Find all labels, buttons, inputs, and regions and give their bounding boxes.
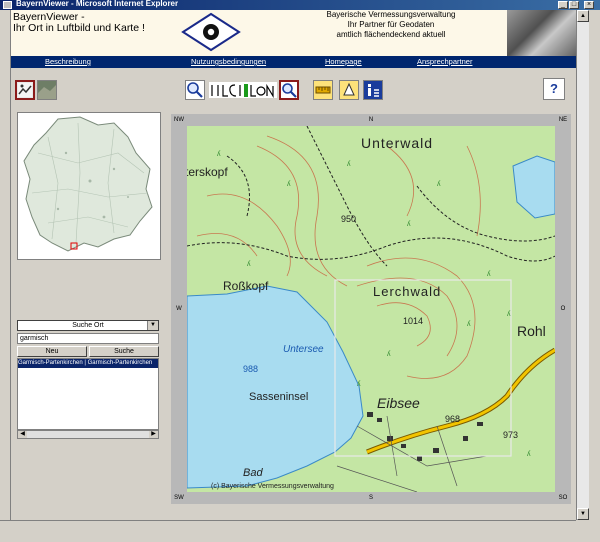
scroll-down-icon[interactable]: ▼ <box>577 508 589 520</box>
nav-link-nutzungsbedingungen[interactable]: Nutzungsbedingungen <box>191 57 266 66</box>
search-results-list[interactable]: Garmisch-Partenkirchen | Garmisch-Parten… <box>17 358 159 430</box>
magnifier-plus-icon <box>187 82 203 98</box>
map-mode-icon <box>18 83 32 97</box>
aerial-view-button[interactable] <box>37 80 57 100</box>
search-button[interactable]: Suche <box>89 346 159 357</box>
search-type-value: Suche Ort <box>72 322 104 329</box>
aerial-photo-icon <box>38 81 56 99</box>
zoom-in-button[interactable] <box>185 80 205 100</box>
agency-text: Bayerische Vermessungsverwaltung Ihr Par… <box>301 10 481 40</box>
pan-e-button[interactable]: O <box>555 126 571 492</box>
help-button[interactable]: ? <box>543 78 565 100</box>
label-elev950: 950 <box>341 214 356 224</box>
header-photo <box>507 10 577 56</box>
label-elev988: 988 <box>243 364 258 374</box>
label-rohl: Rohl <box>517 323 546 339</box>
pan-sw-button[interactable]: SW <box>171 492 187 504</box>
ie-icon <box>3 1 12 9</box>
label-elev973: 973 <box>503 430 518 440</box>
pan-nw-button[interactable]: NW <box>171 114 187 126</box>
label-eibsee: Eibsee <box>377 395 420 411</box>
pan-n-button[interactable]: N <box>187 114 555 126</box>
svg-text:ʎ: ʎ <box>217 151 221 158</box>
topo-map-canvas: ʎ ʎ ʎ ʎ ʎ ʎ ʎ ʎ ʎ ʎ ʎ ʎ Unterwald terskopf 950 Ro… <box>187 126 555 492</box>
svg-text:ʎ: ʎ <box>527 451 531 458</box>
status-bar <box>0 520 576 533</box>
agency-line2: Ihr Partner für Geodaten <box>347 20 435 29</box>
label-elev968: 968 <box>445 414 460 424</box>
svg-text:ʎ: ʎ <box>387 351 391 358</box>
site-title-line2: Ihr Ort in Luftbild und Karte ! <box>13 22 145 34</box>
svg-text:ʎ: ʎ <box>467 321 471 328</box>
label-rosskopf: Roßkopf <box>223 279 269 293</box>
pan-w-button[interactable]: W <box>171 126 187 492</box>
agency-line3: amtlich flächendeckend aktuell <box>336 30 446 39</box>
zoom-out-button[interactable] <box>279 80 299 100</box>
info-button[interactable] <box>363 80 383 100</box>
agency-logo-icon <box>181 12 241 52</box>
nav-link-beschreibung[interactable]: Beschreibung <box>45 57 91 66</box>
label-elev1014: 1014 <box>403 316 423 326</box>
svg-text:ʎ: ʎ <box>407 221 411 228</box>
print-button[interactable] <box>339 80 359 100</box>
title-bar: BayernViewer - Microsoft Internet Explor… <box>0 0 600 10</box>
nav-link-homepage[interactable]: Homepage <box>325 57 362 66</box>
label-lerchwald: Lerchwald <box>373 284 441 299</box>
site-title: BayernViewer - Ihr Ort in Luftbild und K… <box>13 12 145 34</box>
svg-text:ʎ: ʎ <box>507 311 511 318</box>
label-sasseninsel: Sasseninsel <box>249 391 308 403</box>
minimize-button[interactable]: _ <box>558 1 568 9</box>
nav-link-ansprechpartner[interactable]: Ansprechpartner <box>417 57 472 66</box>
close-button[interactable]: × <box>584 1 594 9</box>
search-input[interactable]: garmisch <box>17 333 159 344</box>
zoom-scale-bar[interactable] <box>209 80 277 100</box>
window-title: BayernViewer - Microsoft Internet Explor… <box>16 0 179 8</box>
info-icon <box>368 84 379 97</box>
map-frame: NW N NE W O SW S SO ʎ ʎ ʎ ʎ ʎ ʎ ʎ ʎ ʎ ʎ … <box>171 114 571 504</box>
label-unterwald: Unterwald <box>361 135 433 151</box>
svg-text:ʎ: ʎ <box>487 271 491 278</box>
page-vscrollbar[interactable]: ▲ ▼ <box>576 10 589 520</box>
svg-text:ʎ: ʎ <box>247 261 251 268</box>
label-untersee: Untersee <box>283 344 324 355</box>
header-banner: BayernViewer - Ihr Ort in Luftbild und K… <box>11 10 577 56</box>
overview-map[interactable] <box>17 112 161 260</box>
label-terskopf: terskopf <box>187 165 228 179</box>
magnifier-minus-icon <box>282 83 297 98</box>
results-hscrollbar[interactable]: ◀ ▶ <box>17 430 159 439</box>
browser-window: BayernViewer - Microsoft Internet Explor… <box>0 0 600 542</box>
pan-s-button[interactable]: S <box>187 492 555 504</box>
bavaria-overview-icon <box>23 116 153 252</box>
measure-button[interactable] <box>313 80 333 100</box>
label-bad: Bad <box>243 467 263 479</box>
list-item[interactable]: Garmisch-Partenkirchen | Garmisch-Parten… <box>18 359 158 368</box>
topo-map[interactable]: ʎ ʎ ʎ ʎ ʎ ʎ ʎ ʎ ʎ ʎ ʎ ʎ Unterwald terskopf 950 Ro… <box>187 126 555 492</box>
agency-line1: Bayerische Vermessungsverwaltung <box>326 10 456 19</box>
svg-text:ʎ: ʎ <box>437 181 441 188</box>
scroll-left-icon[interactable]: ◀ <box>18 431 27 438</box>
ruler-icon <box>315 86 331 94</box>
maximize-button[interactable]: □ <box>569 1 579 9</box>
pan-se-button[interactable]: SO <box>555 492 571 504</box>
page-content: BayernViewer - Ihr Ort in Luftbild und K… <box>10 10 577 520</box>
scroll-up-icon[interactable]: ▲ <box>577 10 589 22</box>
svg-text:ʎ: ʎ <box>287 181 291 188</box>
scroll-right-icon[interactable]: ▶ <box>149 431 158 438</box>
nav-bar: Beschreibung Nutzungsbedingungen Homepag… <box>11 56 577 68</box>
chevron-down-icon[interactable]: ▼ <box>147 321 158 330</box>
map-view-button[interactable] <box>15 80 35 100</box>
svg-text:ʎ: ʎ <box>357 381 361 388</box>
pan-ne-button[interactable]: NE <box>555 114 571 126</box>
svg-text:ʎ: ʎ <box>347 161 351 168</box>
new-button[interactable]: Neu <box>17 346 87 357</box>
search-type-select[interactable]: Suche Ort ▼ <box>17 320 159 331</box>
print-icon <box>343 82 355 96</box>
map-copyright: (c) Bayerische Vermessungsverwaltung <box>211 483 334 490</box>
